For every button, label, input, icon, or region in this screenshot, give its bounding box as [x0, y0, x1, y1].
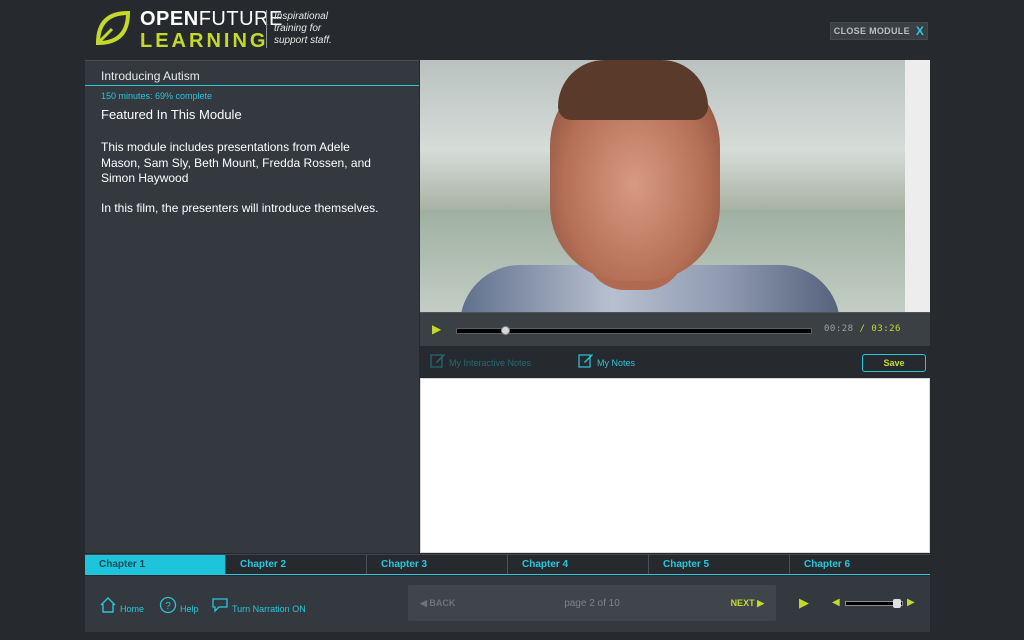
- tab-chapter-4[interactable]: Chapter 4: [508, 554, 649, 574]
- total-time: 03:26: [871, 324, 901, 334]
- next-label: NEXT: [730, 598, 755, 608]
- pencil-note-icon: [430, 354, 445, 368]
- help-icon: ?: [159, 596, 177, 614]
- close-module-button[interactable]: CLOSE MODULE X: [830, 22, 928, 40]
- volume-handle[interactable]: [893, 599, 902, 608]
- logo-tagline: Inspirational training for support staff…: [274, 11, 344, 47]
- audio-play-icon[interactable]: ▶: [799, 595, 809, 611]
- help-label: Help: [180, 604, 199, 614]
- tab-chapter-3[interactable]: Chapter 3: [367, 554, 508, 574]
- save-button[interactable]: Save: [862, 354, 926, 372]
- tab-interactive-notes-label: My Interactive Notes: [449, 358, 532, 368]
- help-button[interactable]: ? Help: [159, 596, 199, 614]
- footer-bar: Home ? Help Turn Narration ON ◀ BACK pag…: [85, 576, 930, 632]
- description-line: Simon Haywood: [101, 171, 189, 185]
- close-module-label: CLOSE MODULE: [833, 26, 910, 36]
- tab-chapter-6[interactable]: Chapter 6: [790, 554, 930, 574]
- logo-text-open-future: OPENFUTURE: [140, 8, 283, 30]
- time-separator: /: [859, 324, 866, 334]
- home-label: Home: [120, 604, 145, 614]
- pencil-note-icon: [578, 354, 593, 368]
- tagline-line: support staff.: [274, 35, 332, 46]
- notes-textarea[interactable]: [420, 378, 930, 553]
- page-indicator: page 2 of 10: [564, 598, 620, 609]
- current-time: 00:28: [824, 324, 854, 334]
- tagline-line: training for: [274, 23, 322, 34]
- chapter-tabs: Chapter 1 Chapter 2 Chapter 3 Chapter 4 …: [85, 554, 930, 575]
- volume-slider[interactable]: [845, 599, 903, 608]
- play-icon[interactable]: ▶: [432, 322, 441, 336]
- next-button[interactable]: NEXT ▶: [731, 598, 764, 609]
- logo-divider: [266, 10, 267, 48]
- leaf-logo-icon: [95, 10, 131, 46]
- video-frame-window: [905, 60, 930, 312]
- tab-chapter-5[interactable]: Chapter 5: [649, 554, 790, 574]
- video-controls: ▶ 00:28 / 03:26: [420, 312, 930, 346]
- tab-my-notes[interactable]: My Notes: [578, 352, 635, 368]
- volume-high-icon: ▶: [907, 597, 915, 608]
- logo-word-learning: LEARNING: [140, 30, 269, 52]
- module-progress-text: 150 minutes: 69% complete: [101, 91, 213, 101]
- notes-toolbar: My Interactive Notes My Notes Save: [420, 346, 930, 378]
- header: OPENFUTURE LEARNING Inspirational traini…: [0, 0, 1024, 58]
- video-player[interactable]: [420, 60, 930, 312]
- logo-word-future: FUTURE: [198, 8, 283, 30]
- tab-interactive-notes[interactable]: My Interactive Notes: [430, 352, 531, 368]
- video-time: 00:28 / 03:26: [824, 324, 901, 334]
- pager: ◀ BACK page 2 of 10 NEXT ▶: [408, 585, 776, 621]
- svg-text:?: ?: [165, 601, 171, 612]
- tab-my-notes-label: My Notes: [597, 358, 636, 368]
- module-title: Introducing Autism: [101, 69, 200, 83]
- module-description: This module includes presentations from …: [101, 140, 401, 187]
- seek-handle[interactable]: [501, 326, 511, 335]
- video-seek-bar[interactable]: [456, 326, 812, 335]
- presenter-hair: [558, 60, 708, 120]
- tab-chapter-2[interactable]: Chapter 2: [226, 554, 367, 574]
- speech-bubble-icon: [212, 598, 228, 613]
- description-line: Mason, Sam Sly, Beth Mount, Fredda Rosse…: [101, 155, 371, 170]
- volume-low-icon: ◀: [832, 597, 840, 608]
- home-icon: [100, 597, 116, 613]
- open-future-learning-logo[interactable]: OPENFUTURE LEARNING Inspirational traini…: [92, 8, 342, 52]
- description-line: This module includes presentations from …: [101, 140, 350, 154]
- tagline-line: Inspirational: [274, 11, 328, 22]
- close-icon: X: [915, 24, 925, 38]
- title-divider: [85, 85, 419, 86]
- narration-toggle[interactable]: Turn Narration ON: [211, 596, 306, 614]
- module-description-2: In this film, the presenters will introd…: [101, 201, 379, 215]
- module-info-panel: Introducing Autism 150 minutes: 69% comp…: [85, 60, 419, 553]
- logo-word-open: OPEN: [140, 8, 199, 30]
- home-button[interactable]: Home: [99, 596, 144, 614]
- tab-chapter-1[interactable]: Chapter 1: [85, 554, 226, 574]
- narration-label: Turn Narration ON: [232, 604, 306, 614]
- featured-heading: Featured In This Module: [101, 107, 242, 122]
